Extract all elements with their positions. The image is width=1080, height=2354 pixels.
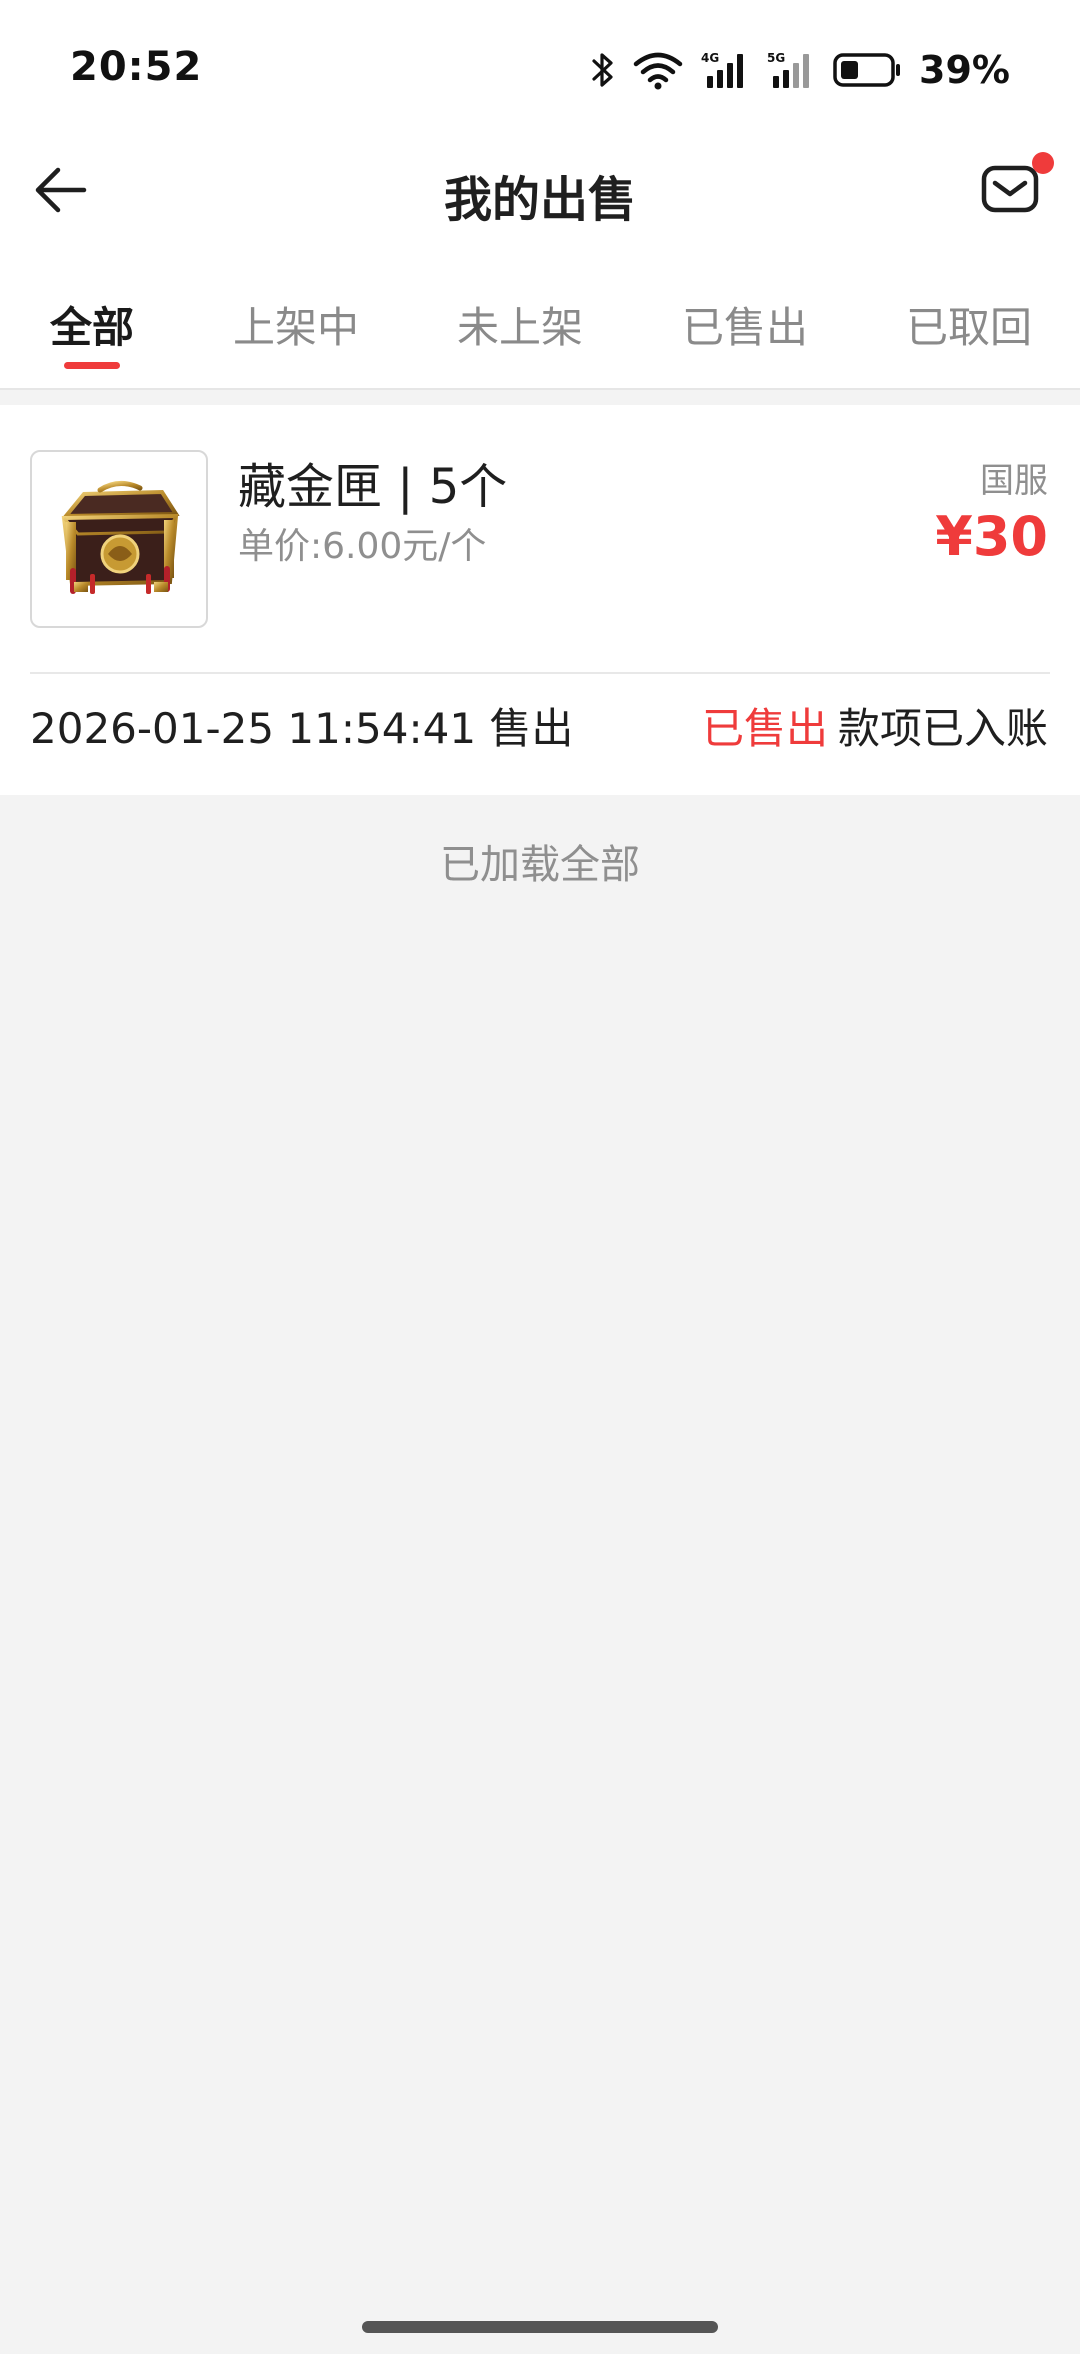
tab-retrieved[interactable]: 已取回 [906, 294, 1032, 355]
nav-bar: 我的出售 [0, 140, 1080, 240]
mail-button[interactable] [978, 152, 1054, 222]
bluetooth-icon [591, 50, 615, 90]
back-button[interactable] [28, 158, 92, 222]
tab-listed[interactable]: 上架中 [233, 294, 359, 355]
tab-all[interactable]: 全部 [50, 294, 134, 355]
wifi-icon [633, 50, 683, 90]
treasure-chest-icon [61, 481, 180, 594]
order-card[interactable]: 藏金匣 | 5个 单价:6.00元/个 国服 ¥30 2026-01-25 11… [0, 405, 1080, 795]
home-indicator[interactable] [362, 2321, 718, 2333]
item-name: 藏金匣 | 5个 [238, 459, 508, 515]
battery-percentage: 39% [919, 48, 1010, 92]
active-tab-indicator [64, 362, 120, 369]
unit-price: 单价:6.00元/个 [238, 526, 487, 567]
signal-4g-icon: 4G [701, 50, 749, 90]
tab-sold[interactable]: 已售出 [682, 294, 808, 355]
status-bar: 20:52 4G 5G 39% [0, 0, 1080, 140]
total-price: ¥30 [935, 505, 1048, 568]
sold-time: 2026-01-25 11:54:41 售出 [30, 704, 574, 753]
page-title: 我的出售 [443, 172, 636, 228]
status-label: 已售出 [701, 704, 828, 753]
status-icons: 4G 5G 39% [591, 48, 1010, 92]
item-thumbnail [30, 450, 208, 628]
battery-icon [833, 52, 901, 88]
tab-bar: 全部 上架中 未上架 已售出 已取回 [0, 270, 1080, 388]
order-status: 已售出 款项已入账 [702, 695, 1048, 756]
arrow-left-icon [35, 167, 87, 213]
svg-text:4G: 4G [701, 51, 719, 65]
card-divider [30, 672, 1050, 674]
svg-text:5G: 5G [767, 51, 785, 65]
status-note: 款项已入账 [837, 704, 1048, 753]
tabs-divider [0, 388, 1080, 390]
tab-unlisted[interactable]: 未上架 [457, 294, 583, 355]
signal-5g-icon: 5G [767, 50, 815, 90]
status-time: 20:52 [70, 44, 203, 90]
server-region: 国服 [980, 461, 1048, 501]
loaded-all-text: 已加载全部 [440, 842, 640, 888]
notification-badge [1032, 152, 1054, 174]
